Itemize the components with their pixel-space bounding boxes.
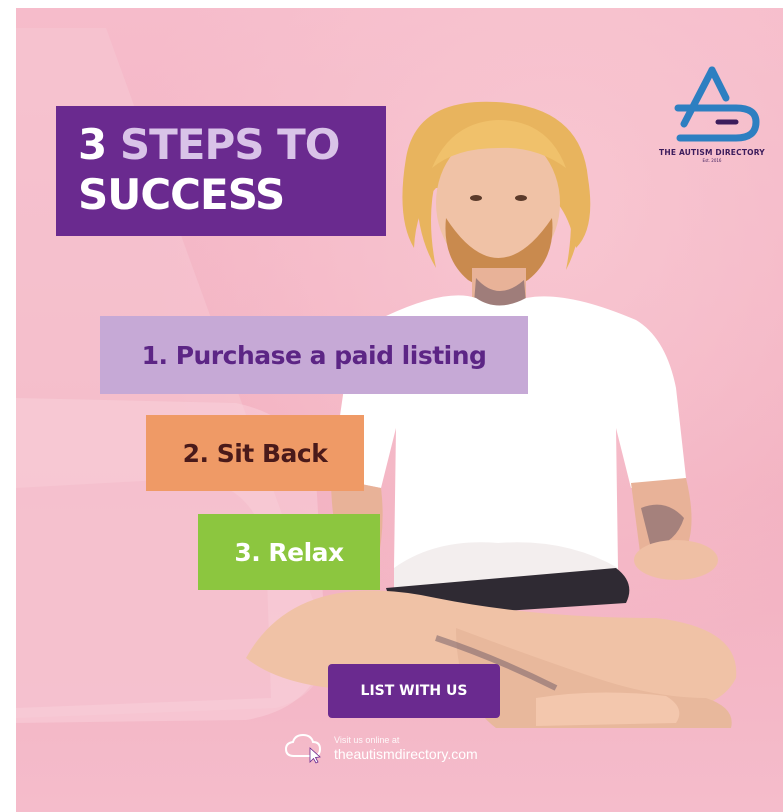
headline-number: 3 bbox=[78, 120, 107, 169]
cloud-cursor-icon bbox=[284, 733, 322, 764]
step-sit-back: 2. Sit Back bbox=[146, 415, 364, 491]
headline-steps-to: STEPS TO bbox=[119, 120, 341, 169]
website-url[interactable]: theautismdirectory.com bbox=[334, 746, 478, 762]
autism-directory-logo-icon bbox=[674, 66, 760, 142]
step-purchase-listing: 1. Purchase a paid listing bbox=[100, 316, 528, 394]
logo-est: Est. 2016 bbox=[702, 158, 722, 163]
website-link[interactable]: Visit us online at theautismdirectory.co… bbox=[284, 732, 478, 764]
logo-name: THE AUTISM DIRECTORY bbox=[659, 148, 765, 157]
step-relax: 3. Relax bbox=[198, 514, 380, 590]
list-with-us-button[interactable]: LIST WITH US bbox=[328, 664, 500, 718]
headline-success: SUCCESS bbox=[78, 170, 285, 219]
headline: 3 STEPS TO SUCCESS bbox=[56, 106, 386, 236]
autism-directory-logo: THE AUTISM DIRECTORY Est. 2016 bbox=[656, 64, 768, 176]
promo-graphic: 3 STEPS TO SUCCESS 1. Purchase a paid li… bbox=[16, 8, 783, 812]
visit-label: Visit us online at bbox=[334, 734, 400, 745]
